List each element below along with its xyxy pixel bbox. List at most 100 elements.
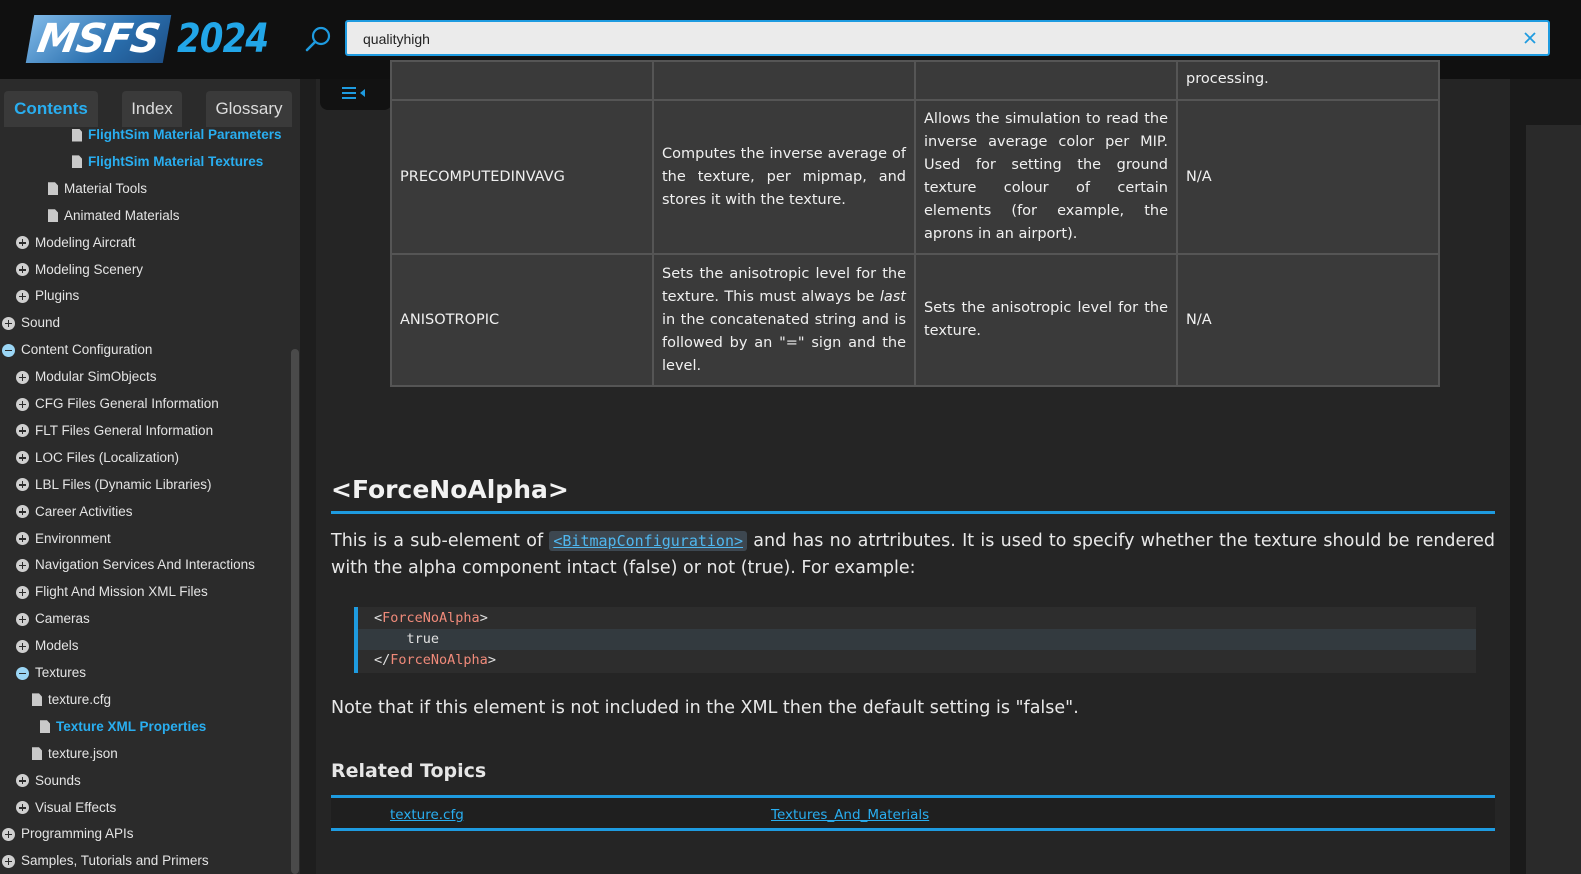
sidebar-item[interactable]: Cameras	[16, 609, 90, 629]
sidebar-item-label: texture.json	[48, 745, 118, 761]
tab-index[interactable]: Index	[122, 91, 182, 127]
expand-plus-icon[interactable]	[16, 639, 29, 653]
expand-plus-icon[interactable]	[16, 451, 29, 465]
search-box	[345, 20, 1550, 56]
sidebar-item[interactable]: LBL Files (Dynamic Libraries)	[16, 475, 212, 495]
sidebar-item[interactable]: Navigation Services And Interactions	[16, 555, 255, 575]
sidebar-item-label: Modeling Aircraft	[35, 234, 136, 250]
expand-plus-icon[interactable]	[16, 370, 29, 384]
sidebar-item[interactable]: Material Tools	[48, 179, 147, 199]
tab-glossary[interactable]: Glossary	[206, 91, 292, 127]
related-link-texture-cfg[interactable]: texture.cfg	[390, 807, 464, 823]
sidebar-item[interactable]: Programming APIs	[2, 824, 134, 844]
search-icon[interactable]	[303, 24, 333, 54]
sidebar-item[interactable]: FlightSim Material Parameters	[72, 125, 282, 145]
expand-plus-icon[interactable]	[16, 585, 29, 599]
sidebar-item[interactable]: Modeling Scenery	[16, 260, 143, 280]
expand-plus-icon[interactable]	[16, 236, 29, 250]
sidebar-item[interactable]: texture.json	[32, 744, 118, 764]
sidebar-item[interactable]: Content Configuration	[2, 340, 152, 360]
sidebar-item-label: Programming APIs	[21, 826, 134, 842]
expand-plus-icon[interactable]	[16, 505, 29, 519]
toc-toggle-button[interactable]	[320, 79, 392, 110]
sidebar-item-label: Animated Materials	[64, 207, 180, 223]
sidebar-item-label: Visual Effects	[35, 799, 117, 815]
expand-plus-icon[interactable]	[16, 612, 29, 626]
sidebar-item[interactable]: Sound	[2, 313, 60, 333]
sidebar-item[interactable]: Samples, Tutorials and Primers	[2, 851, 209, 871]
sidebar-item-label: Sounds	[35, 772, 81, 788]
sidebar-item[interactable]: Texture XML Properties	[40, 717, 206, 737]
sidebar-item[interactable]: Modular SimObjects	[16, 367, 157, 387]
sidebar-item[interactable]: Textures	[16, 663, 86, 683]
expand-plus-icon[interactable]	[16, 774, 29, 788]
code-bracket: >	[479, 610, 488, 626]
code-block: <ForceNoAlpha> true </ForceNoAlpha>	[354, 607, 1476, 673]
sidebar-item[interactable]: Plugins	[16, 286, 79, 306]
sidebar-item[interactable]: Sounds	[16, 771, 81, 791]
right-scroll-area[interactable]	[1526, 125, 1581, 874]
sidebar-item[interactable]: Flight And Mission XML Files	[16, 582, 208, 602]
table-row: processing.	[390, 60, 1440, 101]
code-tag: ForceNoAlpha	[382, 610, 480, 626]
page-icon	[32, 693, 42, 707]
page-icon	[48, 209, 58, 223]
sidebar-item-label: FLT Files General Information	[35, 422, 214, 438]
table-cell	[390, 60, 654, 101]
intro-paragraph: This is a sub-element of <BitmapConfigur…	[331, 528, 1495, 582]
expand-plus-icon[interactable]	[16, 397, 29, 411]
bitmap-configuration-link[interactable]: <BitmapConfiguration>	[549, 531, 748, 551]
heading-rule	[331, 511, 1495, 514]
expand-plus-icon[interactable]	[2, 854, 15, 868]
sidebar-item-label: LOC Files (Localization)	[35, 449, 180, 465]
sidebar-item-label: Environment	[35, 530, 111, 546]
collapse-minus-icon[interactable]	[2, 343, 15, 357]
sidebar-item[interactable]: Visual Effects	[16, 798, 116, 818]
sidebar-scrollbar[interactable]	[291, 349, 299, 874]
expand-plus-icon[interactable]	[16, 801, 29, 814]
expand-plus-icon[interactable]	[16, 532, 29, 545]
table-cell	[652, 60, 916, 101]
related-topics-heading: Related Topics	[331, 760, 487, 782]
msfs-logo[interactable]: MSFS 2024	[25, 14, 284, 64]
code-line: true	[374, 631, 440, 647]
logo-year: 2024	[176, 16, 269, 62]
table-cell: N/A	[1176, 99, 1440, 255]
sidebar-item[interactable]: Career Activities	[16, 502, 133, 522]
sidebar-item-label: Modular SimObjects	[35, 369, 157, 385]
expand-plus-icon[interactable]	[2, 316, 15, 330]
sidebar-item[interactable]: Modeling Aircraft	[16, 233, 136, 253]
table-cell: Sets the anisotropic level for the textu…	[914, 253, 1178, 387]
table-cell: Sets the anisotropic level for the textu…	[652, 253, 916, 387]
table-cell	[914, 60, 1178, 101]
sidebar-item[interactable]: texture.cfg	[32, 690, 111, 710]
expand-plus-icon[interactable]	[16, 263, 29, 276]
expand-plus-icon[interactable]	[16, 424, 29, 438]
sidebar-item[interactable]: FlightSim Material Textures	[72, 152, 263, 172]
sidebar-item[interactable]: Animated Materials	[48, 206, 180, 226]
sidebar-item[interactable]: CFG Files General Information	[16, 394, 219, 414]
sidebar-item-label: Modeling Scenery	[35, 261, 144, 277]
sidebar-item-label: FlightSim Material Textures	[88, 153, 264, 169]
sidebar-item[interactable]: LOC Files (Localization)	[16, 448, 179, 468]
sidebar-item[interactable]: FLT Files General Information	[16, 421, 213, 441]
expand-plus-icon[interactable]	[2, 827, 15, 841]
sidebar-item-label: Models	[35, 638, 79, 654]
sidebar-item[interactable]: Models	[16, 636, 79, 656]
table-cell-name: ANISOTROPIC	[390, 253, 654, 387]
section-heading: <ForceNoAlpha>	[331, 475, 569, 504]
code-bracket: >	[487, 652, 496, 668]
table-cell: Computes the inverse average of the text…	[652, 99, 916, 255]
sidebar-item-label: Plugins	[35, 288, 80, 304]
expand-plus-icon[interactable]	[16, 478, 29, 492]
sidebar-item[interactable]: Environment	[16, 529, 111, 549]
sidebar-item-label: Samples, Tutorials and Primers	[21, 853, 209, 869]
expand-plus-icon[interactable]	[16, 289, 29, 303]
related-link-textures-and-materials[interactable]: Textures_And_Materials	[771, 807, 929, 823]
tab-contents[interactable]: Contents	[4, 91, 98, 127]
table-cell: processing.	[1176, 60, 1440, 101]
expand-plus-icon[interactable]	[16, 558, 29, 572]
search-input[interactable]	[361, 22, 1505, 56]
close-icon[interactable]	[1522, 30, 1538, 46]
collapse-minus-icon[interactable]	[16, 666, 29, 680]
